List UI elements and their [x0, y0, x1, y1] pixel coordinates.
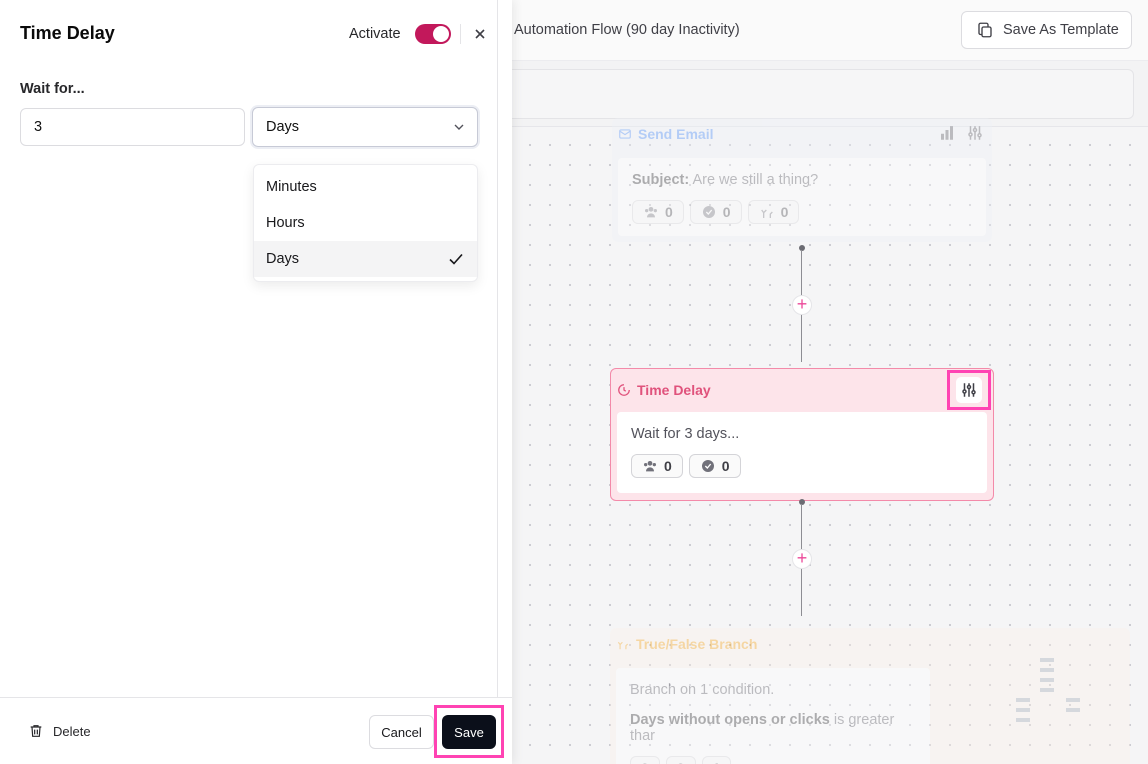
bar-chart-icon[interactable]: [938, 124, 956, 142]
branch-stats: 0 0 1: [630, 756, 916, 764]
trash-icon: [30, 725, 42, 737]
stat-value: 0: [664, 458, 672, 474]
send-email-node[interactable]: Send Email Subject: Are we still a thing…: [612, 118, 992, 242]
stat-chip: 0: [689, 200, 742, 224]
branch-icon: [617, 641, 629, 650]
unit-option-hours[interactable]: Hours: [254, 205, 477, 241]
branch-title: True/False Branch: [636, 636, 758, 652]
stat-value: 0: [722, 204, 731, 220]
save-as-template-label: Save As Template: [1003, 22, 1119, 38]
panel-footer: Delete Cancel Save: [0, 697, 512, 764]
subject-label: Subject:: [632, 172, 690, 188]
branch-condition: Days without opens or clicks is greater …: [630, 712, 916, 744]
flow-title: Automation Flow (90 day Inactivity): [514, 22, 740, 38]
header-divider: [460, 24, 461, 44]
stat-value: 0: [780, 204, 789, 220]
time-delay-settings-highlight[interactable]: [947, 370, 991, 410]
true-false-branch-node[interactable]: True/False Branch Branch on 1 condition.…: [610, 628, 1130, 764]
send-email-subject: Subject: Are we still a thing?: [632, 172, 972, 188]
check-circle-icon: [701, 460, 714, 472]
save-as-template-button[interactable]: Save As Template: [961, 11, 1132, 49]
stat-chip: 0: [630, 756, 660, 764]
canvas-topbar: Automation Flow (90 day Inactivity) Save…: [512, 0, 1148, 61]
time-delay-panel: Time Delay Activate Wait for... Days Min…: [0, 0, 512, 764]
time-delay-stats: 0 0: [631, 454, 973, 478]
unit-option-minutes[interactable]: Minutes: [254, 169, 477, 205]
delete-button[interactable]: Delete: [28, 723, 91, 739]
toggle-knob: [433, 26, 449, 42]
stat-chip: 0: [665, 756, 696, 764]
activate-toggle[interactable]: [415, 24, 451, 44]
unit-option-label: Hours: [266, 215, 305, 231]
flow-canvas: Automation Flow (90 day Inactivity) Save…: [512, 0, 1148, 764]
users-icon: [644, 461, 656, 472]
add-step-button[interactable]: +: [792, 295, 812, 315]
stat-chip: 0: [632, 200, 684, 224]
branch-text: Branch on 1 condition.: [630, 682, 775, 698]
users-icon: [645, 207, 657, 218]
send-email-stats: 0 0 0: [632, 200, 972, 224]
delete-label: Delete: [53, 723, 91, 739]
wait-amount-input[interactable]: [20, 108, 245, 146]
time-delay-body: Wait for 3 days... 0 0: [617, 412, 987, 493]
wait-for-label: Wait for...: [20, 81, 85, 97]
stat-chip: 1: [701, 756, 732, 764]
branch-condition-bold: Days without opens or clicks: [630, 712, 830, 728]
branch-body: Branch on 1 condition. Days without open…: [616, 668, 930, 764]
sliders-icon[interactable]: [966, 124, 984, 142]
time-delay-settings-button[interactable]: [956, 377, 982, 403]
sliders-icon: [962, 383, 976, 397]
branch-preview-graphic: [1016, 658, 1080, 722]
time-unit-selected: Days: [266, 119, 300, 135]
stat-value: 0: [641, 760, 649, 764]
panel-scrollbar[interactable]: [497, 0, 498, 697]
stat-chip: 0: [747, 200, 800, 224]
time-delay-node[interactable]: Time Delay Wait for 3 days... 0 0: [610, 368, 994, 501]
send-email-header: Send Email: [618, 126, 713, 142]
stat-value: 0: [677, 760, 685, 764]
clock-icon: [618, 384, 630, 396]
check-icon: [449, 253, 463, 265]
panel-title: Time Delay: [20, 23, 115, 43]
unit-option-label: Minutes: [266, 179, 317, 195]
stat-value: 0: [721, 458, 730, 474]
time-delay-header: Time Delay: [617, 382, 711, 398]
stat-chip: 0: [631, 454, 683, 478]
save-button[interactable]: Save: [442, 715, 496, 749]
subject-value: Are we still a thing?: [692, 172, 819, 188]
stat-value: 1: [713, 760, 721, 764]
save-button-highlight: Save: [434, 705, 504, 758]
send-email-body: Subject: Are we still a thing? 0 0 0: [618, 158, 986, 236]
time-delay-text: Wait for 3 days...: [631, 426, 740, 442]
send-email-tools: [938, 124, 984, 142]
connector-dot: [799, 245, 805, 251]
stat-value: 0: [665, 204, 673, 220]
branch-icon: [760, 209, 773, 218]
unit-option-label: Days: [266, 251, 300, 267]
connector-dot: [799, 499, 805, 505]
branch-header: True/False Branch: [616, 636, 757, 652]
cancel-button[interactable]: Cancel: [369, 715, 434, 749]
time-delay-title: Time Delay: [637, 382, 711, 398]
activate-label: Activate: [349, 26, 401, 42]
send-email-title: Send Email: [638, 126, 714, 142]
canvas-subbar-field: [512, 69, 1134, 119]
stat-chip: 0: [688, 454, 741, 478]
mail-icon: [619, 129, 631, 139]
close-icon[interactable]: [472, 26, 488, 42]
time-unit-select[interactable]: Days: [252, 107, 478, 147]
add-step-button[interactable]: +: [792, 549, 812, 569]
copy-icon: [978, 22, 992, 38]
chevron-down-icon: [454, 124, 464, 130]
time-unit-menu: Minutes Hours Days: [253, 164, 478, 282]
unit-option-days[interactable]: Days: [254, 241, 477, 277]
check-circle-icon: [702, 206, 715, 218]
